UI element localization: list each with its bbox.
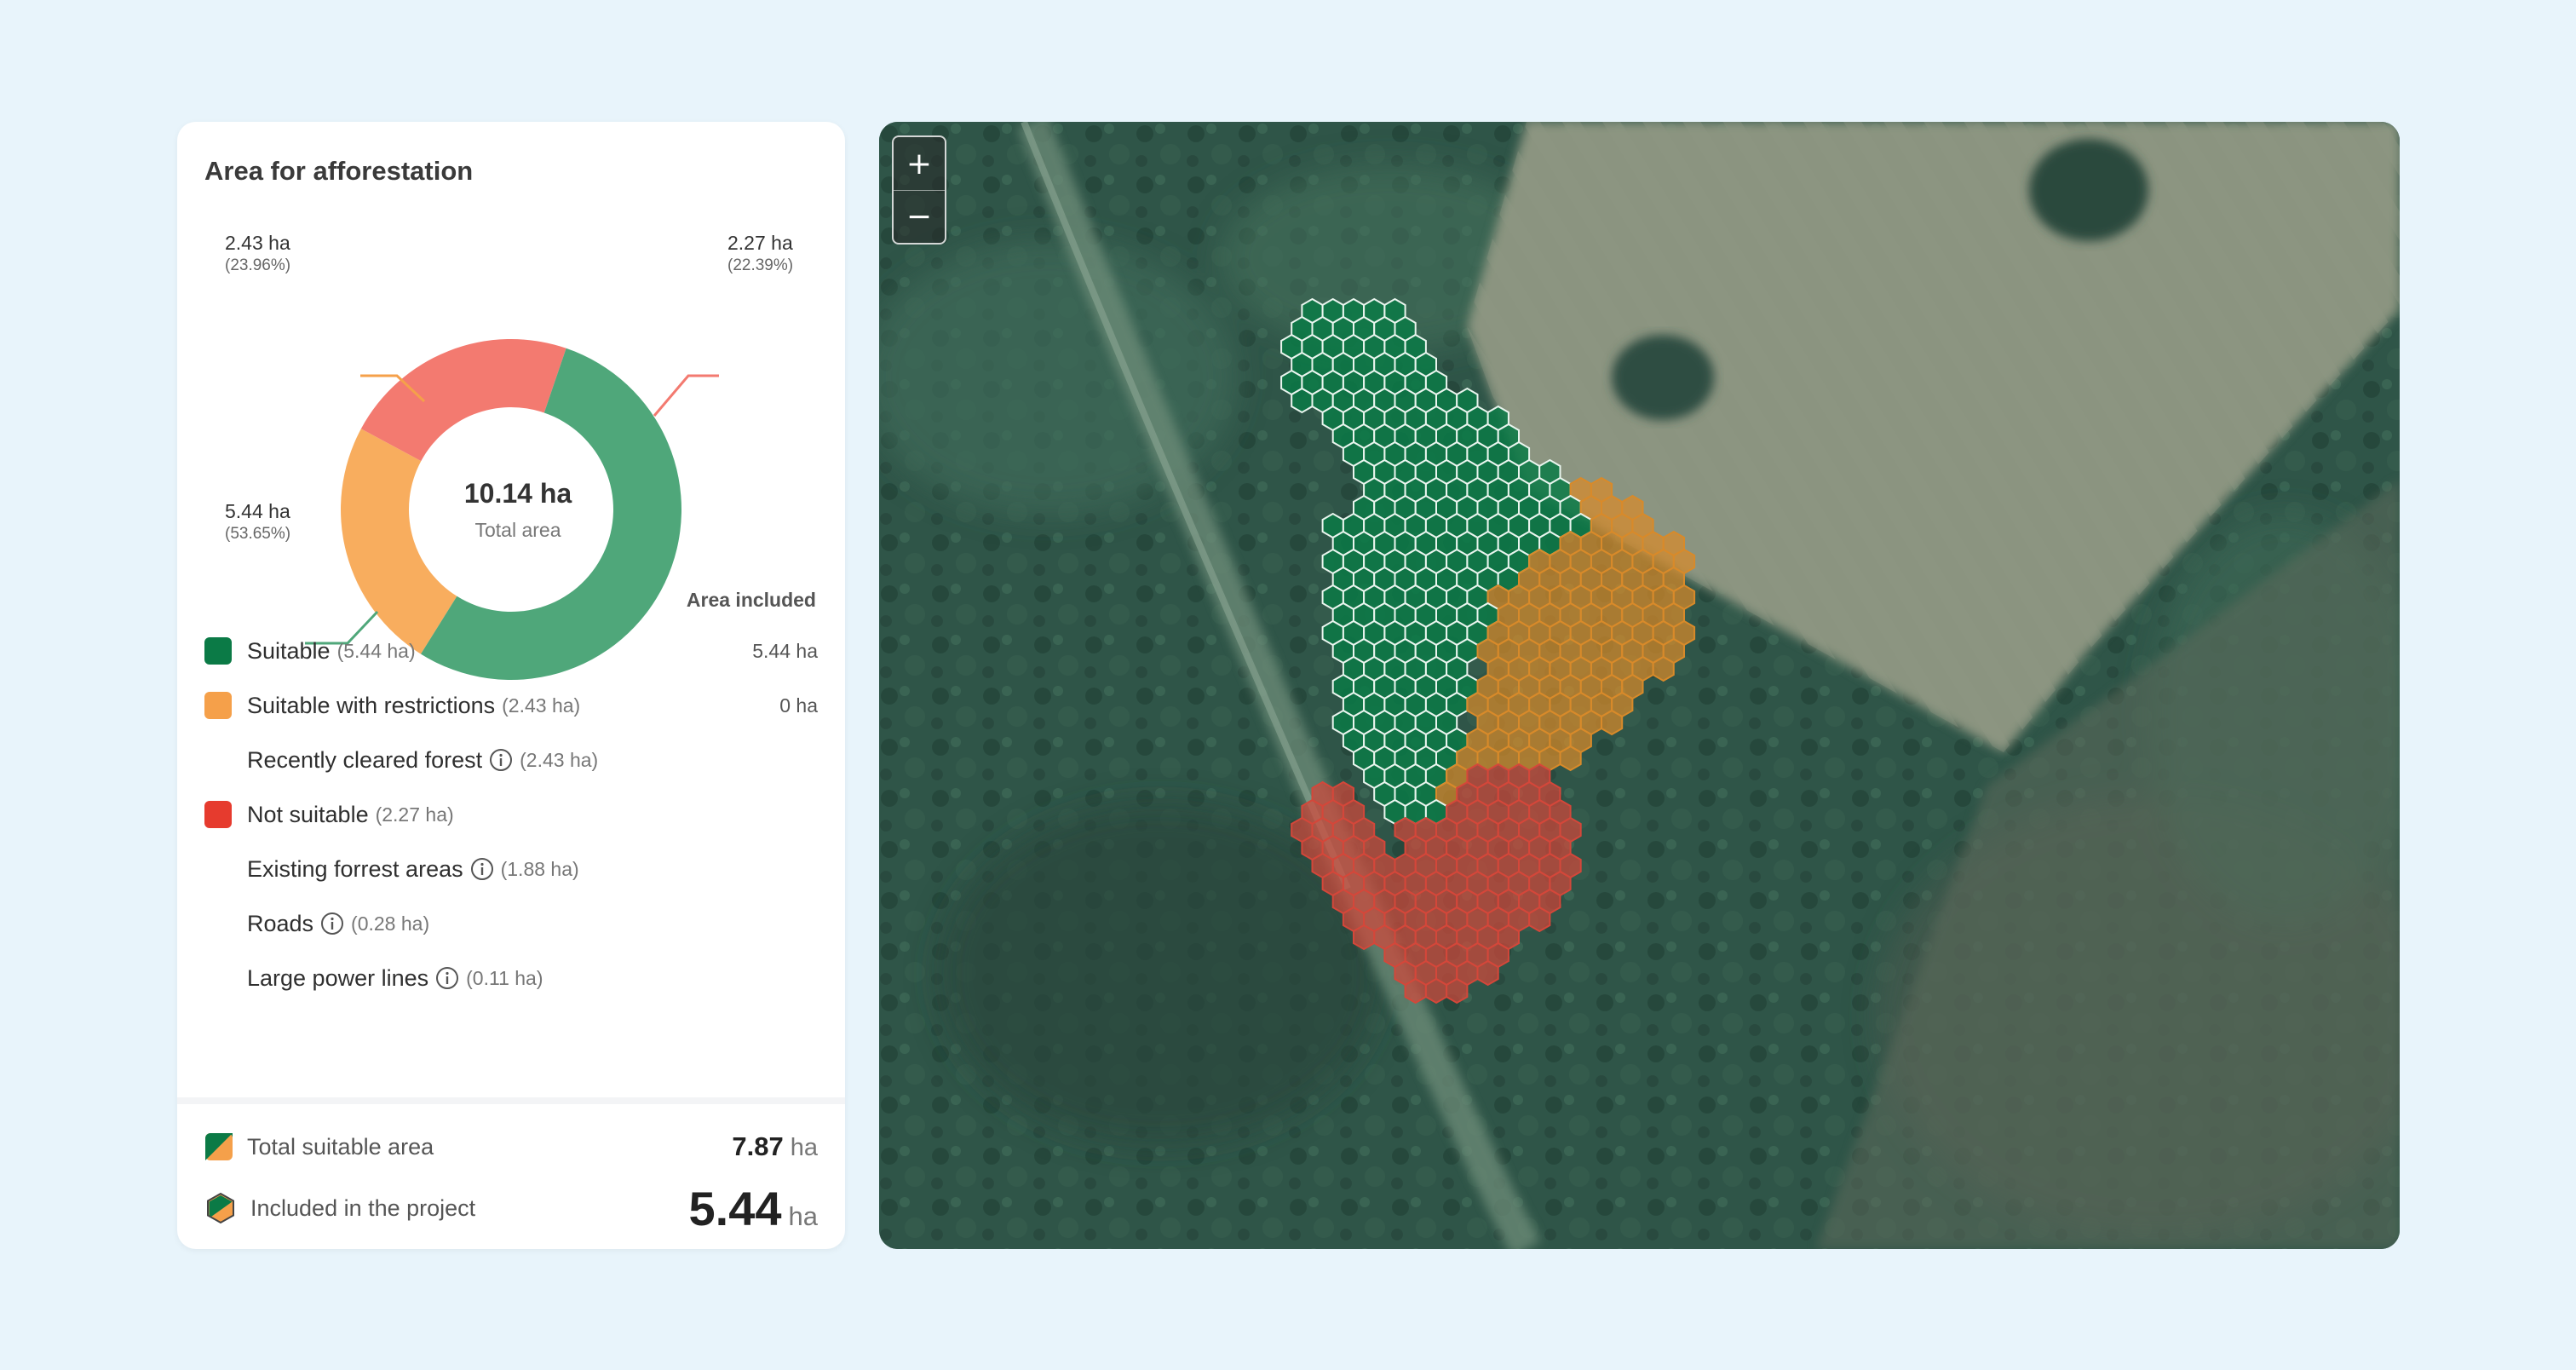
zoom-in-button[interactable]: +: [894, 137, 945, 190]
callout-orange: 2.43 ha (23.96%): [225, 231, 290, 276]
tree-cluster: [2029, 139, 2148, 241]
zoom-control: + −: [892, 135, 946, 245]
info-icon[interactable]: [320, 912, 344, 935]
legend-sub: (1.88 ha): [500, 857, 579, 880]
hex-suitable[interactable]: [1291, 387, 1314, 414]
callout-red-value: 2.27 ha: [727, 232, 793, 254]
legend-sub: (0.11 ha): [466, 966, 543, 989]
area-included-header: Area included: [686, 589, 816, 611]
map-canvas[interactable]: [879, 122, 2400, 1249]
info-icon[interactable]: [435, 966, 459, 990]
tree-cluster: [1612, 335, 1714, 420]
slice-not-suitable[interactable]: [360, 339, 566, 462]
hex-not-suitable[interactable]: [1424, 977, 1448, 1004]
legend-label: Recently cleared forest: [247, 746, 483, 773]
total-suitable-label: Total suitable area: [247, 1133, 434, 1160]
hex-not-suitable[interactable]: [1446, 977, 1469, 1004]
legend-label: Existing forrest areas: [247, 855, 463, 882]
legend-swatch-suitable: [204, 637, 232, 665]
included-project-label: Included in the project: [250, 1194, 476, 1221]
hexagon-icon: [207, 1192, 234, 1224]
hex-not-suitable[interactable]: [1404, 977, 1427, 1004]
legend-sub: (2.27 ha): [375, 803, 454, 826]
donut-chart: 2.43 ha (23.96%) 2.27 ha (22.39%) 5.44 h…: [177, 122, 845, 718]
legend-swatch-restricted: [204, 692, 232, 719]
legend-label: Large power lines: [247, 964, 429, 991]
satellite-map[interactable]: + −: [879, 122, 2400, 1249]
included-project-row: Included in the project 5.44 ha: [204, 1181, 818, 1236]
total-suitable-number: 7.87: [732, 1131, 784, 1161]
callout-green-value: 5.44 ha: [225, 500, 290, 522]
summary-footer: Total suitable area 7.87 ha Included in …: [177, 1097, 845, 1249]
legend-label: Suitable with restrictions: [247, 692, 496, 718]
hex-not-suitable[interactable]: [1476, 959, 1499, 987]
legend-sub: (5.44 ha): [336, 639, 416, 662]
leader-red: [653, 374, 719, 417]
included-project-unit: ha: [788, 1200, 818, 1231]
callout-green-pct: (53.65%): [225, 524, 291, 543]
legend-item-recently-cleared-forest: Recently cleared forest (2.43 ha): [204, 743, 818, 777]
legend-swatch-not-suitable: [204, 801, 232, 828]
suitable-split-icon: [205, 1133, 233, 1160]
legend-sub: (0.28 ha): [351, 912, 430, 935]
legend-item-suitable[interactable]: Suitable (5.44 ha) 5.44 ha: [204, 634, 818, 668]
legend-item-not-suitable[interactable]: Not suitable (2.27 ha): [204, 797, 818, 832]
legend-item-suitable-with-restrictions[interactable]: Suitable with restrictions (2.43 ha) 0 h…: [204, 688, 818, 722]
legend-item-roads: Roads (0.28 ha): [204, 907, 818, 941]
hex-not-suitable[interactable]: [1353, 924, 1376, 951]
callout-green: 5.44 ha (53.65%): [225, 499, 290, 544]
info-icon[interactable]: [489, 748, 513, 772]
total-suitable-value: 7.87 ha: [732, 1131, 818, 1162]
callout-orange-value: 2.43 ha: [225, 232, 290, 254]
donut-svg: [305, 339, 719, 680]
legend-sub: (2.43 ha): [502, 694, 581, 717]
legend-item-large-power-lines: Large power lines (0.11 ha): [204, 961, 818, 995]
legend-label: Not suitable: [247, 801, 369, 827]
legend-label: Roads: [247, 910, 314, 936]
legend-amount: 5.44 ha: [752, 639, 818, 662]
total-area-value: 10.14 ha: [463, 478, 572, 509]
legend-sub: (2.43 ha): [520, 748, 599, 771]
info-icon[interactable]: [470, 857, 494, 881]
afforestation-panel: Area for afforestation 2.43 ha (23.96%) …: [177, 122, 845, 1249]
legend-item-existing-forest-areas: Existing forrest areas (1.88 ha): [204, 852, 818, 886]
hex-restricted[interactable]: [1601, 709, 1624, 736]
hex-not-suitable[interactable]: [1528, 906, 1551, 933]
hex-restricted[interactable]: [1559, 745, 1582, 772]
callout-red: 2.27 ha (22.39%): [727, 231, 793, 276]
included-project-value: 5.44 ha: [689, 1181, 818, 1236]
total-suitable-row: Total suitable area 7.87 ha: [204, 1130, 818, 1164]
included-project-number: 5.44: [688, 1181, 782, 1235]
callout-red-pct: (22.39%): [727, 256, 794, 274]
zoom-out-button[interactable]: −: [894, 190, 945, 243]
total-suitable-unit: ha: [790, 1134, 818, 1161]
legend-label: Suitable: [247, 637, 331, 664]
hex-restricted[interactable]: [1652, 655, 1675, 682]
total-area-label: Total area: [474, 519, 561, 541]
callout-orange-pct: (23.96%): [225, 256, 291, 274]
legend-amount: 0 ha: [779, 694, 818, 717]
